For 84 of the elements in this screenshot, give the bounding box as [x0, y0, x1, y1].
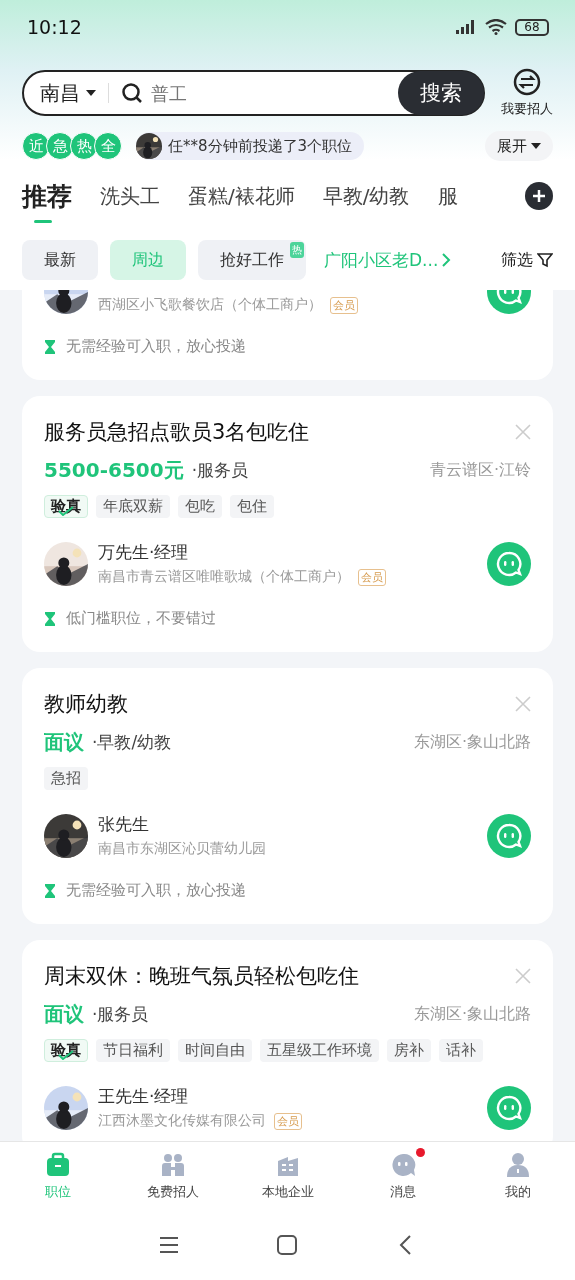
add-icon[interactable]	[525, 182, 553, 210]
salary: 5500-6500元	[44, 457, 184, 484]
job-tag: 话补	[439, 1039, 483, 1062]
job-tag: 急招	[44, 767, 88, 790]
filter-button[interactable]: 筛选	[501, 249, 553, 271]
caret-icon	[531, 143, 541, 149]
job-tag: 年底双薪	[96, 495, 170, 518]
job-tag: 包住	[230, 495, 274, 518]
contact-name: 万先生·经理	[98, 541, 190, 564]
hourglass-icon	[44, 339, 56, 354]
category-tab[interactable]: 早教/幼教	[322, 182, 422, 220]
member-badge: 会员	[358, 568, 386, 586]
job-tag: 五星级工作环境	[260, 1039, 379, 1062]
job-card[interactable]: 西湖区小飞歌餐饮店（个体工商户） 会员 无需经验可入职，放心投递	[22, 290, 553, 380]
expand-button[interactable]: 展开	[485, 131, 553, 161]
job-location: 东湖区·象山北路	[413, 732, 531, 753]
job-card[interactable]: 教师幼教 面议 ·早教/幼教 东湖区·象山北路 急招 张先生 南昌市东湖区沁贝蕾幼儿园 无需经验可入职，放心投递	[22, 668, 553, 924]
battery-indicator: 68	[515, 18, 549, 36]
tag-badge: 近	[22, 132, 50, 160]
city-selector[interactable]: 南昌	[40, 79, 96, 107]
verified-tag: 验真	[44, 495, 88, 518]
job-card[interactable]: 周末双休：晚班气氛员轻松包吃住 面议 ·服务员 东湖区·象山北路 验真 节日福利 时间自由 五星级工作环境 房补 话补 王先生·经理 江西沐墨文化传媒有限公司 会员	[22, 940, 553, 1141]
verified-tag: 验真	[44, 1039, 88, 1062]
member-badge: 会员	[274, 1112, 302, 1130]
post-job-button[interactable]: 我要招人	[501, 68, 553, 118]
category-tab[interactable]: 洗头工	[100, 182, 172, 220]
filter-icon	[537, 252, 553, 268]
tag-badge: 全	[94, 132, 122, 160]
salary: 面议	[44, 1001, 84, 1028]
swap-icon	[513, 68, 541, 96]
category-tab[interactable]: 蛋糕/裱花师	[188, 182, 307, 220]
hot-badge: 热	[290, 242, 304, 258]
job-card[interactable]: 服务员急招点歌员3名包吃住 5500-6500元 ·服务员 青云谱区·江铃 验真 年底双薪 包吃 包住 万先生·经理 南昌市青云谱区唯唯歌城（个体工商户） 会员 低门槛职位，不要错过	[22, 396, 553, 652]
job-title: 教师幼教	[44, 691, 128, 718]
job-hint: 无需经验可入职，放心投递	[66, 337, 246, 356]
company-name: 南昌市青云谱区唯唯歌城（个体工商户）	[98, 568, 350, 586]
job-tag: 时间自由	[178, 1039, 252, 1062]
status-time: 10:12	[27, 16, 82, 38]
job-location: 青云谱区·江铃	[429, 460, 531, 481]
wifi-icon	[485, 19, 507, 35]
company-name: 西湖区小飞歌餐饮店（个体工商户）	[98, 296, 322, 314]
job-tag: 房补	[387, 1039, 431, 1062]
company-name: 江西沐墨文化传媒有限公司	[98, 1112, 266, 1130]
category-tab[interactable]: 服	[437, 182, 470, 220]
signal-icon	[453, 19, 477, 35]
chat-button[interactable]	[487, 813, 531, 858]
ticker-text: 任**8分钟前投递了3个职位	[168, 136, 353, 156]
caret-icon	[86, 90, 96, 96]
search-field[interactable]: 南昌 普工 搜索	[22, 70, 485, 116]
contact-name: 王先生·经理	[98, 1085, 190, 1108]
chevron-right-icon	[442, 253, 452, 267]
member-badge: 会员	[330, 296, 358, 314]
job-hint: 低门槛职位，不要错过	[66, 609, 216, 628]
close-icon[interactable]	[515, 968, 531, 984]
search-button[interactable]: 搜索	[398, 71, 484, 115]
hourglass-icon	[44, 611, 56, 626]
home-icon[interactable]	[275, 1233, 300, 1257]
job-category: ·服务员	[191, 459, 249, 482]
filter-chip[interactable]: 最新	[22, 240, 98, 280]
category-tab[interactable]: 推荐	[22, 179, 84, 223]
contact-name: 张先生	[98, 813, 150, 836]
nav-tab[interactable]: 消息	[345, 1142, 460, 1210]
nav-tab[interactable]: 免费招人	[115, 1142, 230, 1210]
job-tag: 节日福利	[96, 1039, 170, 1062]
job-category: ·服务员	[92, 1003, 149, 1026]
salary: 面议	[44, 729, 84, 756]
nav-tab[interactable]: 我的	[460, 1142, 575, 1210]
chat-button[interactable]	[487, 541, 531, 586]
tag-badge: 急	[46, 132, 74, 160]
filter-chip[interactable]: 抢好工作 热	[198, 240, 306, 280]
job-title: 周末双休：晚班气氛员轻松包吃住	[44, 963, 359, 990]
tag-badge: 热	[70, 132, 98, 160]
hourglass-icon	[44, 883, 56, 898]
company-name: 南昌市东湖区沁贝蕾幼儿园	[98, 840, 266, 858]
search-icon	[121, 82, 143, 104]
job-category: ·早教/幼教	[92, 731, 172, 754]
close-icon[interactable]	[515, 696, 531, 712]
close-icon[interactable]	[515, 424, 531, 440]
job-hint: 无需经验可入职，放心投递	[66, 881, 246, 900]
job-title: 服务员急招点歌员3名包吃住	[44, 419, 310, 446]
job-location: 东湖区·象山北路	[413, 1004, 531, 1025]
nav-tab[interactable]: 本地企业	[230, 1142, 345, 1210]
job-tag: 包吃	[178, 495, 222, 518]
chat-button[interactable]	[487, 1085, 531, 1130]
